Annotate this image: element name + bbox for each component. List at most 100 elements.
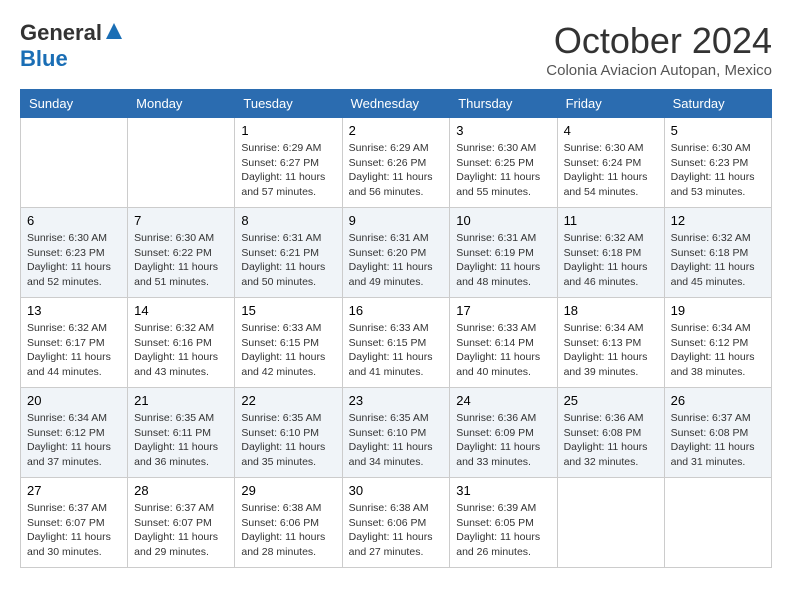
cell-sun-info: Sunrise: 6:30 AMSunset: 6:23 PMDaylight:… xyxy=(27,231,121,290)
day-number: 2 xyxy=(349,123,444,138)
calendar-cell: 27Sunrise: 6:37 AMSunset: 6:07 PMDayligh… xyxy=(21,478,128,568)
calendar-cell: 20 Sunrise: 6:34 AMSunset: 6:12 PMDayligh… xyxy=(21,388,128,478)
calendar-cell: 28 Sunrise: 6:37 AMSunset: 6:07 PMDayligh… xyxy=(128,478,235,568)
calendar-cell: 3 Sunrise: 6:30 AMSunset: 6:25 PMDaylight… xyxy=(450,118,557,208)
day-number: 10 xyxy=(456,213,550,228)
calendar-week-row: 1 Sunrise: 6:29 AMSunset: 6:27 PMDaylight… xyxy=(21,118,772,208)
cell-sun-info: Sunrise: 6:30 AMSunset: 6:25 PMDaylight:… xyxy=(456,141,550,200)
calendar-cell: 5 Sunrise: 6:30 AMSunset: 6:23 PMDaylight… xyxy=(664,118,771,208)
cell-sun-info: Sunrise: 6:37 AMSunset: 6:08 PMDaylight:… xyxy=(671,411,765,470)
day-number: 15 xyxy=(241,303,335,318)
day-number: 17 xyxy=(456,303,550,318)
calendar-week-row: 6 Sunrise: 6:30 AMSunset: 6:23 PMDaylight… xyxy=(21,208,772,298)
weekday-header: Saturday xyxy=(664,90,771,118)
cell-sun-info: Sunrise: 6:30 AMSunset: 6:24 PMDaylight:… xyxy=(564,141,658,200)
cell-sun-info: Sunrise: 6:32 AMSunset: 6:17 PMDaylight:… xyxy=(27,321,121,380)
day-number: 1 xyxy=(241,123,335,138)
cell-sun-info: Sunrise: 6:30 AMSunset: 6:23 PMDaylight:… xyxy=(671,141,765,200)
day-number: 24 xyxy=(456,393,550,408)
cell-sun-info: Sunrise: 6:35 AMSunset: 6:10 PMDaylight:… xyxy=(349,411,444,470)
calendar-cell: 29 Sunrise: 6:38 AMSunset: 6:06 PMDayligh… xyxy=(235,478,342,568)
weekday-header: Sunday xyxy=(21,90,128,118)
day-number: 8 xyxy=(241,213,335,228)
calendar-cell: 1 Sunrise: 6:29 AMSunset: 6:27 PMDaylight… xyxy=(235,118,342,208)
calendar-table: SundayMondayTuesdayWednesdayThursdayFrid… xyxy=(20,89,772,568)
logo-general-text: General xyxy=(20,20,102,46)
calendar-cell: 31 Sunrise: 6:39 AMSunset: 6:05 PMDayligh… xyxy=(450,478,557,568)
day-number: 5 xyxy=(671,123,765,138)
calendar-week-row: 27Sunrise: 6:37 AMSunset: 6:07 PMDayligh… xyxy=(21,478,772,568)
calendar-cell xyxy=(128,118,235,208)
day-number: 29 xyxy=(241,483,335,498)
calendar-cell: 8Sunrise: 6:31 AMSunset: 6:21 PMDaylight… xyxy=(235,208,342,298)
cell-sun-info: Sunrise: 6:37 AMSunset: 6:07 PMDaylight:… xyxy=(27,501,121,560)
weekday-header: Tuesday xyxy=(235,90,342,118)
cell-sun-info: Sunrise: 6:38 AMSunset: 6:06 PMDaylight:… xyxy=(241,501,335,560)
calendar-cell: 18 Sunrise: 6:34 AMSunset: 6:13 PMDayligh… xyxy=(557,298,664,388)
cell-sun-info: Sunrise: 6:32 AMSunset: 6:18 PMDaylight:… xyxy=(671,231,765,290)
cell-sun-info: Sunrise: 6:37 AMSunset: 6:07 PMDaylight:… xyxy=(134,501,228,560)
cell-sun-info: Sunrise: 6:34 AMSunset: 6:13 PMDaylight:… xyxy=(564,321,658,380)
day-number: 31 xyxy=(456,483,550,498)
day-number: 11 xyxy=(564,213,658,228)
calendar-week-row: 20 Sunrise: 6:34 AMSunset: 6:12 PMDayligh… xyxy=(21,388,772,478)
cell-sun-info: Sunrise: 6:31 AMSunset: 6:19 PMDaylight:… xyxy=(456,231,550,290)
logo-blue-text: Blue xyxy=(20,46,68,72)
calendar-cell xyxy=(21,118,128,208)
calendar-cell: 2 Sunrise: 6:29 AMSunset: 6:26 PMDaylight… xyxy=(342,118,450,208)
weekday-header: Monday xyxy=(128,90,235,118)
weekday-header: Thursday xyxy=(450,90,557,118)
cell-sun-info: Sunrise: 6:33 AMSunset: 6:15 PMDaylight:… xyxy=(241,321,335,380)
logo-triangle-icon xyxy=(104,21,124,41)
calendar-cell: 7Sunrise: 6:30 AMSunset: 6:22 PMDaylight… xyxy=(128,208,235,298)
cell-sun-info: Sunrise: 6:33 AMSunset: 6:14 PMDaylight:… xyxy=(456,321,550,380)
day-number: 9 xyxy=(349,213,444,228)
day-number: 4 xyxy=(564,123,658,138)
day-number: 14 xyxy=(134,303,228,318)
calendar-cell: 11 Sunrise: 6:32 AMSunset: 6:18 PMDayligh… xyxy=(557,208,664,298)
cell-sun-info: Sunrise: 6:35 AMSunset: 6:10 PMDaylight:… xyxy=(241,411,335,470)
calendar-cell xyxy=(557,478,664,568)
title-area: October 2024 Colonia Aviacion Autopan, M… xyxy=(546,20,772,79)
calendar-cell: 12 Sunrise: 6:32 AMSunset: 6:18 PMDayligh… xyxy=(664,208,771,298)
calendar-cell: 15 Sunrise: 6:33 AMSunset: 6:15 PMDayligh… xyxy=(235,298,342,388)
calendar-cell: 6 Sunrise: 6:30 AMSunset: 6:23 PMDaylight… xyxy=(21,208,128,298)
calendar-cell: 16 Sunrise: 6:33 AMSunset: 6:15 PMDayligh… xyxy=(342,298,450,388)
cell-sun-info: Sunrise: 6:35 AMSunset: 6:11 PMDaylight:… xyxy=(134,411,228,470)
day-number: 28 xyxy=(134,483,228,498)
cell-sun-info: Sunrise: 6:32 AMSunset: 6:18 PMDaylight:… xyxy=(564,231,658,290)
month-title: October 2024 xyxy=(546,20,772,62)
header: General Blue October 2024 Colonia Aviaci… xyxy=(20,20,772,79)
cell-sun-info: Sunrise: 6:29 AMSunset: 6:26 PMDaylight:… xyxy=(349,141,444,200)
cell-sun-info: Sunrise: 6:29 AMSunset: 6:27 PMDaylight:… xyxy=(241,141,335,200)
cell-sun-info: Sunrise: 6:34 AMSunset: 6:12 PMDaylight:… xyxy=(27,411,121,470)
weekday-header: Wednesday xyxy=(342,90,450,118)
cell-sun-info: Sunrise: 6:36 AMSunset: 6:09 PMDaylight:… xyxy=(456,411,550,470)
calendar-cell: 10 Sunrise: 6:31 AMSunset: 6:19 PMDayligh… xyxy=(450,208,557,298)
day-number: 13 xyxy=(27,303,121,318)
cell-sun-info: Sunrise: 6:39 AMSunset: 6:05 PMDaylight:… xyxy=(456,501,550,560)
calendar-cell: 4 Sunrise: 6:30 AMSunset: 6:24 PMDaylight… xyxy=(557,118,664,208)
day-number: 20 xyxy=(27,393,121,408)
cell-sun-info: Sunrise: 6:31 AMSunset: 6:20 PMDaylight:… xyxy=(349,231,444,290)
day-number: 6 xyxy=(27,213,121,228)
day-number: 19 xyxy=(671,303,765,318)
logo: General Blue xyxy=(20,20,124,72)
cell-sun-info: Sunrise: 6:33 AMSunset: 6:15 PMDaylight:… xyxy=(349,321,444,380)
calendar-cell: 24 Sunrise: 6:36 AMSunset: 6:09 PMDayligh… xyxy=(450,388,557,478)
day-number: 26 xyxy=(671,393,765,408)
day-number: 16 xyxy=(349,303,444,318)
day-number: 30 xyxy=(349,483,444,498)
day-number: 21 xyxy=(134,393,228,408)
day-number: 18 xyxy=(564,303,658,318)
day-number: 12 xyxy=(671,213,765,228)
location-subtitle: Colonia Aviacion Autopan, Mexico xyxy=(546,62,772,79)
cell-sun-info: Sunrise: 6:36 AMSunset: 6:08 PMDaylight:… xyxy=(564,411,658,470)
calendar-cell: 22Sunrise: 6:35 AMSunset: 6:10 PMDayligh… xyxy=(235,388,342,478)
calendar-cell: 13 Sunrise: 6:32 AMSunset: 6:17 PMDayligh… xyxy=(21,298,128,388)
day-number: 3 xyxy=(456,123,550,138)
calendar-cell: 17 Sunrise: 6:33 AMSunset: 6:14 PMDayligh… xyxy=(450,298,557,388)
calendar-cell: 23Sunrise: 6:35 AMSunset: 6:10 PMDayligh… xyxy=(342,388,450,478)
calendar-cell xyxy=(664,478,771,568)
calendar-cell: 14Sunrise: 6:32 AMSunset: 6:16 PMDayligh… xyxy=(128,298,235,388)
